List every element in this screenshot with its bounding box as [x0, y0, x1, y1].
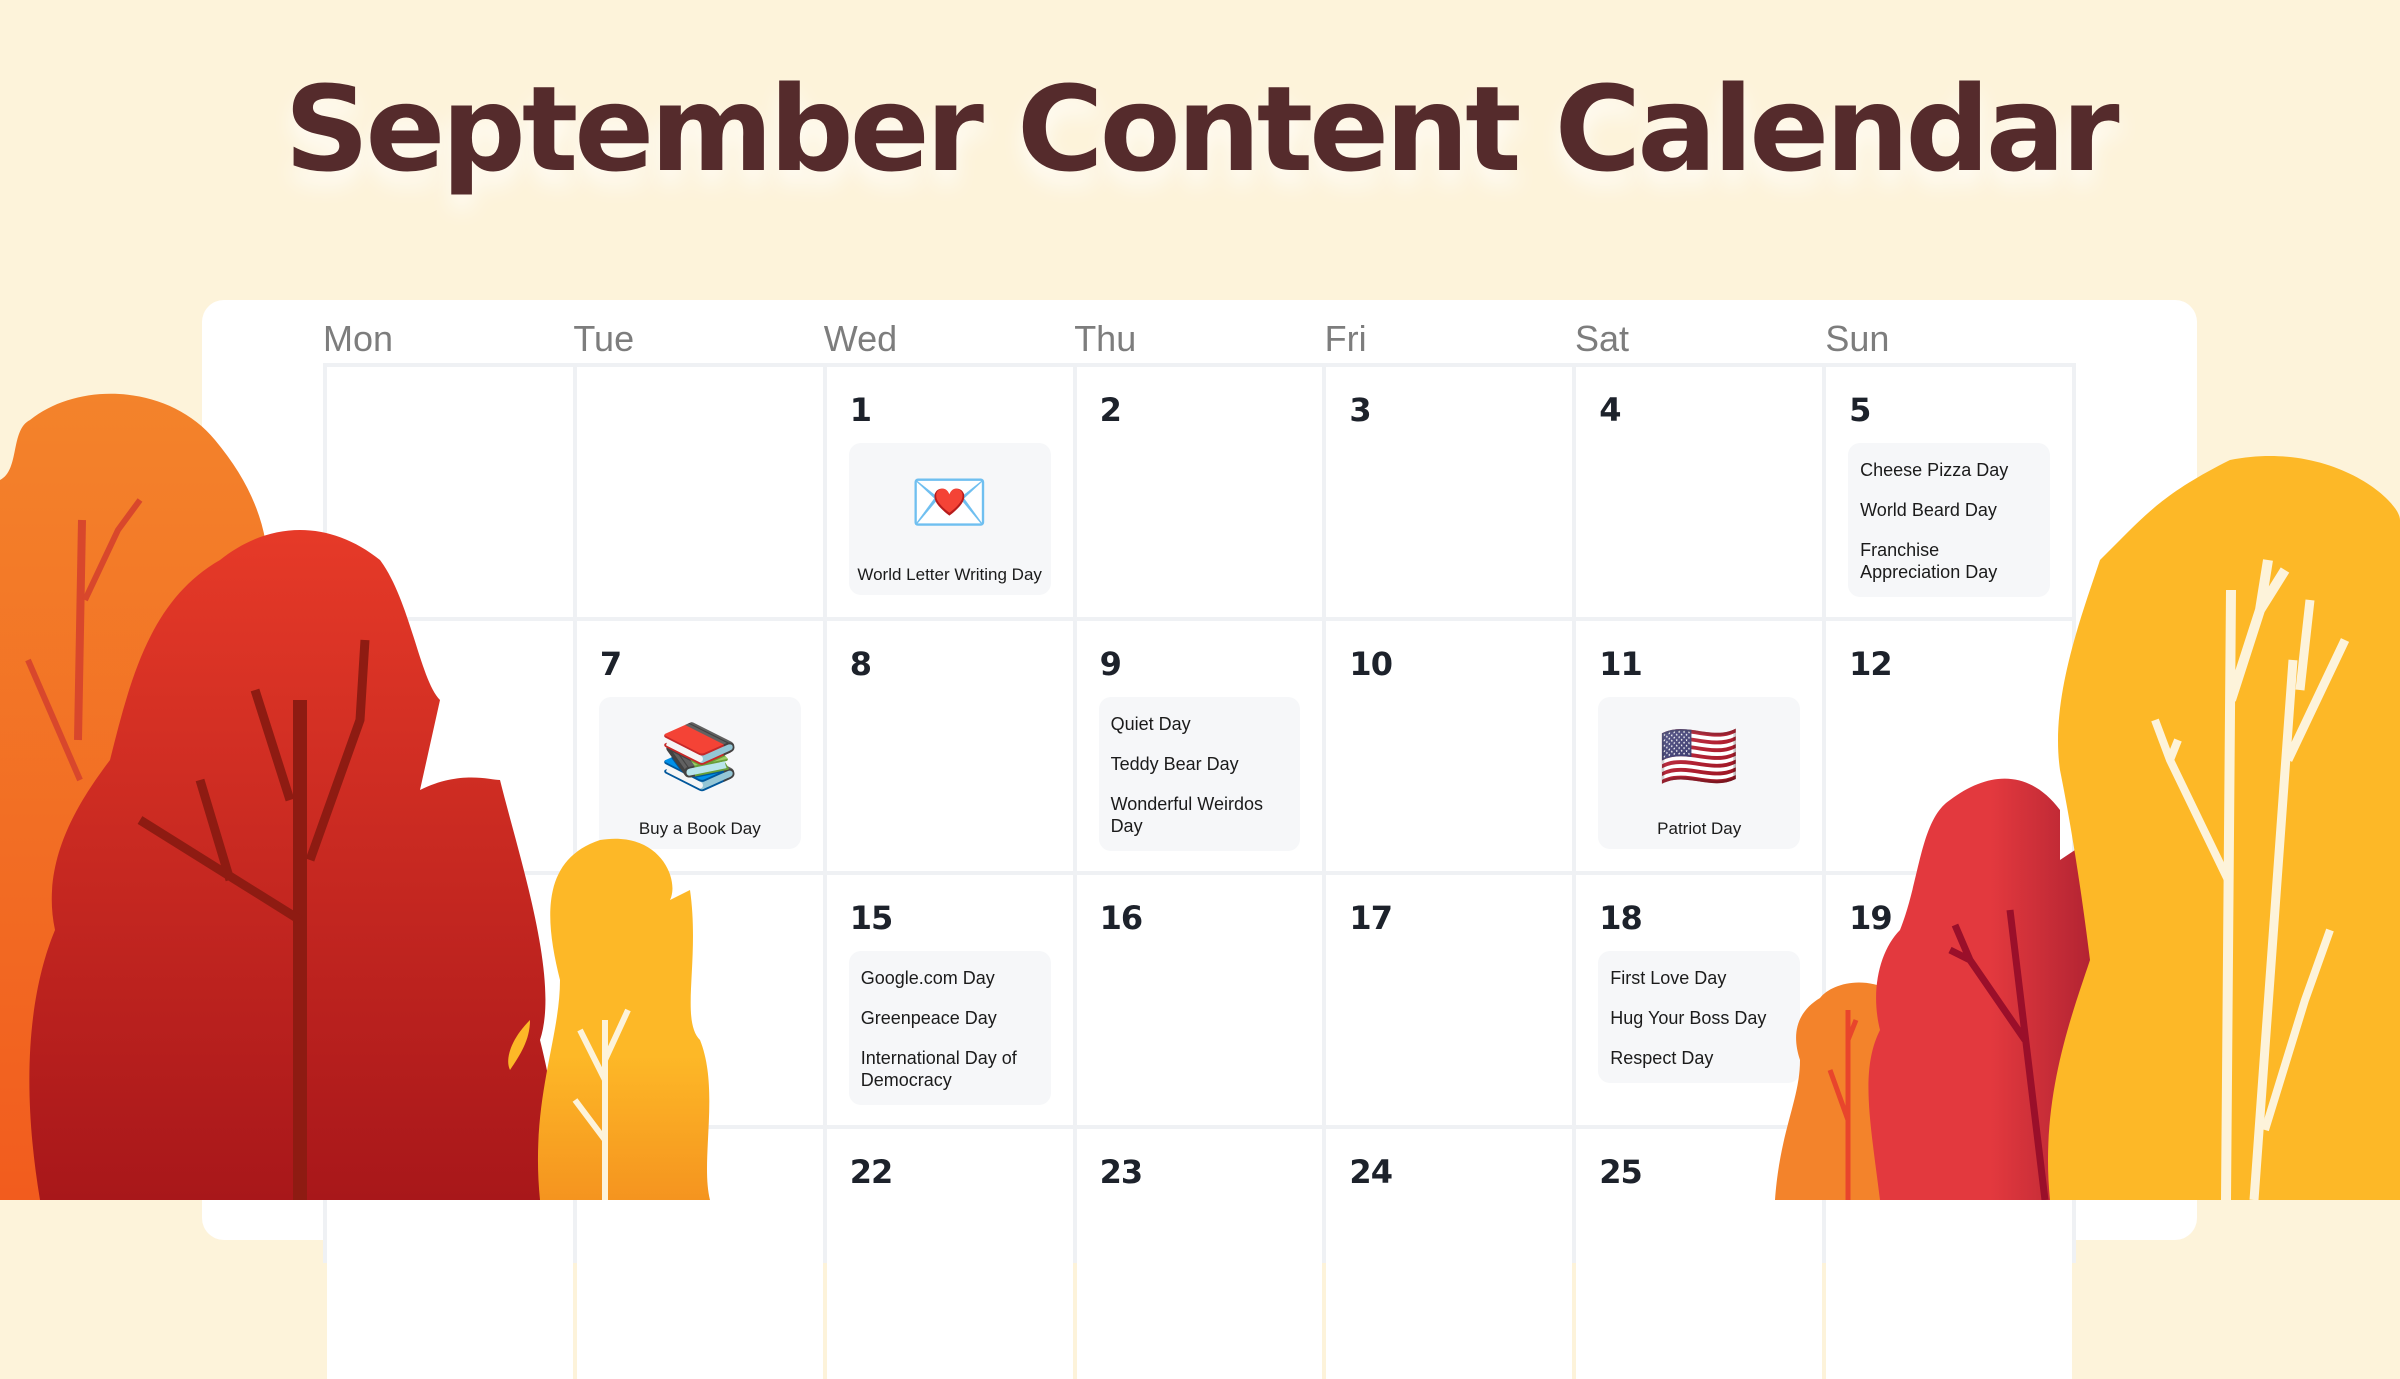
day-cell[interactable]: 26 — [1826, 1129, 2072, 1379]
day-number: 10 — [1349, 645, 1393, 683]
day-number: 5 — [1849, 391, 1871, 429]
day-cell[interactable]: 18 First Love Day Hug Your Boss Day Respect… — [1576, 875, 1823, 1125]
event-label: World Letter Writing Day — [857, 565, 1042, 584]
calendar-grid: 1 💌 World Letter Writing Day 2 3 4 5 Cheese Piz… — [323, 363, 2076, 1379]
day-number: 9 — [1099, 645, 1122, 683]
day-number: 15 — [849, 899, 894, 937]
day-cell[interactable]: 25 — [1576, 1129, 1823, 1379]
event-card[interactable]: 📚 Buy a Book Day — [598, 697, 801, 849]
day-cell[interactable]: 19 — [1826, 875, 2072, 1125]
day-number: 16 — [1099, 899, 1144, 937]
day-cell[interactable] — [576, 367, 823, 617]
day-number: 2 — [1099, 391, 1122, 429]
event-item[interactable]: First Love Day — [1610, 967, 1788, 989]
event-label: Buy a Book Day — [638, 819, 761, 838]
day-cell[interactable]: 10 — [1326, 621, 1573, 871]
day-cell[interactable]: 11 🇺🇸 Patriot Day — [1576, 621, 1823, 871]
day-cell[interactable]: 16 — [1076, 875, 1323, 1125]
event-item[interactable]: Quiet Day — [1111, 713, 1289, 735]
weekday-fri: Fri — [1324, 318, 1367, 359]
weekday-sun: Sun — [1825, 318, 1890, 359]
day-cell[interactable] — [327, 367, 573, 617]
event-item[interactable]: World Beard Day — [1860, 499, 2038, 521]
weekday-thu: Thu — [1074, 318, 1137, 359]
day-number: 23 — [1099, 1153, 1144, 1191]
event-item[interactable]: International Day of Democracy — [861, 1047, 1039, 1091]
day-number: 17 — [1349, 899, 1393, 937]
day-cell[interactable]: 15 Google.com Day Greenpeace Day Internatio… — [826, 875, 1073, 1125]
event-card[interactable]: Google.com Day Greenpeace Day Internationa… — [848, 951, 1051, 1105]
event-item[interactable]: Google.com Day — [861, 967, 1039, 989]
event-item[interactable]: Franchise Appreciation Day — [1860, 539, 2038, 583]
event-item[interactable]: Teddy Bear Day — [1111, 753, 1289, 775]
day-cell[interactable]: 8 — [826, 621, 1073, 871]
day-number: 8 — [849, 645, 872, 683]
day-number: 1 — [849, 391, 872, 429]
event-card[interactable]: Cheese Pizza Day World Beard Day Franchise… — [1848, 443, 2050, 597]
day-cell[interactable]: 22 — [826, 1129, 1073, 1379]
weekday-sat: Sat — [1575, 318, 1630, 359]
day-number: 24 — [1349, 1153, 1393, 1191]
day-cell[interactable]: 4 — [1576, 367, 1823, 617]
weekday-tue: Tue — [573, 318, 635, 359]
day-number: 22 — [849, 1153, 894, 1191]
day-cell[interactable]: 20 — [327, 1129, 573, 1379]
day-cell[interactable]: 3 — [1326, 367, 1573, 617]
day-number: 18 — [1599, 899, 1643, 937]
event-label: Patriot Day — [1657, 819, 1742, 838]
day-number: 6 — [350, 645, 372, 683]
day-cell[interactable]: 9 Quiet Day Teddy Bear Day Wonderful Weirdo… — [1076, 621, 1323, 871]
books-icon: 📚 — [659, 720, 740, 794]
event-card[interactable]: First Love Day Hug Your Boss Day Respect D… — [1598, 951, 1801, 1083]
event-card[interactable]: Quiet Day Teddy Bear Day Wonderful Weirdos… — [1098, 697, 1301, 851]
page-title: September Content Calendar — [284, 60, 2119, 198]
day-cell[interactable]: 14 — [576, 875, 823, 1125]
day-number: 12 — [1849, 645, 1893, 683]
day-cell[interactable]: 6 — [327, 621, 573, 871]
day-cell[interactable]: 21 — [576, 1129, 823, 1379]
event-item[interactable]: Wonderful Weirdos Day — [1111, 793, 1289, 837]
day-number: 14 — [599, 899, 644, 937]
day-number: 20 — [350, 1153, 394, 1191]
day-cell[interactable]: 24 — [1326, 1129, 1573, 1379]
us-flag-icon: 🇺🇸 — [1659, 720, 1740, 794]
weekday-mon: Mon — [323, 318, 394, 359]
day-number: 25 — [1599, 1153, 1643, 1191]
day-number: 26 — [1849, 1153, 1893, 1191]
day-cell[interactable]: 13 — [327, 875, 573, 1125]
love-letter-icon: 💌 — [909, 466, 990, 540]
day-cell[interactable]: 7 📚 Buy a Book Day — [576, 621, 823, 871]
day-cell[interactable]: 5 Cheese Pizza Day World Beard Day Franchis… — [1826, 367, 2072, 617]
day-cell[interactable]: 17 — [1326, 875, 1573, 1125]
event-item[interactable]: Hug Your Boss Day — [1610, 1007, 1788, 1029]
event-card[interactable]: 💌 World Letter Writing Day — [848, 443, 1051, 595]
day-number: 21 — [599, 1153, 644, 1191]
event-item[interactable]: Greenpeace Day — [861, 1007, 1039, 1029]
day-number: 13 — [350, 899, 394, 937]
day-cell[interactable]: 23 — [1076, 1129, 1323, 1379]
day-cell[interactable]: 12 — [1826, 621, 2072, 871]
event-item[interactable]: Cheese Pizza Day — [1860, 459, 2038, 481]
weekday-wed: Wed — [823, 318, 898, 359]
day-cell[interactable]: 2 — [1076, 367, 1323, 617]
event-card[interactable]: 🇺🇸 Patriot Day — [1598, 697, 1801, 849]
day-number: 19 — [1849, 899, 1893, 937]
day-number: 11 — [1599, 645, 1643, 683]
day-number: 7 — [599, 645, 622, 683]
day-number: 3 — [1349, 391, 1371, 429]
event-item[interactable]: Respect Day — [1610, 1047, 1788, 1069]
day-cell[interactable]: 1 💌 World Letter Writing Day — [826, 367, 1073, 617]
day-number: 4 — [1599, 391, 1621, 429]
